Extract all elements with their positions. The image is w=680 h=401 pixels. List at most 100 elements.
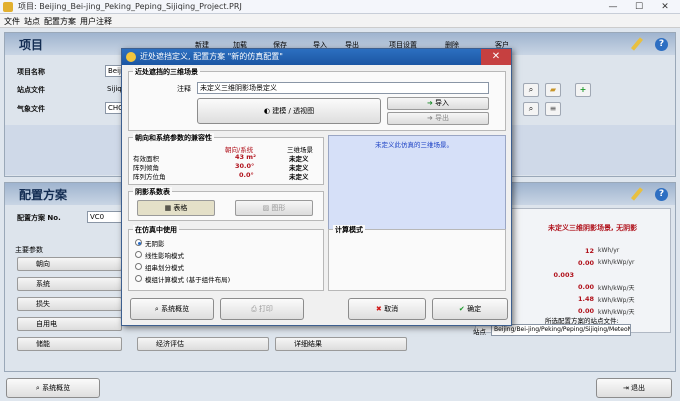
- param-system-button[interactable]: 系统: [17, 277, 122, 291]
- result-unit-5: kWh/kWp/天: [598, 297, 635, 304]
- printer-icon: ⎙: [251, 305, 259, 313]
- dialog-titlebar: 近处遮挡定义, 配置方案 "新的仿真配置" ✕: [122, 49, 511, 65]
- result-value-5: 1.48: [577, 295, 594, 303]
- param-selfconsumption-button[interactable]: 自用电: [17, 317, 122, 331]
- radio-module[interactable]: [135, 275, 142, 282]
- option-string: 组串划分模式: [145, 264, 184, 272]
- config-site-path[interactable]: Beijing/Bei-jing/Peking/Peping/Sijiqing/…: [491, 324, 631, 336]
- search-icon-2[interactable]: ⌕: [523, 102, 539, 116]
- print-label: 打印: [258, 305, 273, 313]
- result-unit-2: kWh/kWp/yr: [598, 259, 635, 266]
- config-section-title: 配置方案: [19, 188, 68, 202]
- dialog-overview-button[interactable]: ⌕ 系统概览: [130, 298, 214, 320]
- help-icon-2[interactable]: ?: [655, 188, 668, 201]
- exit-button[interactable]: ⇥ 退出: [596, 378, 672, 398]
- exit-icon: ⇥: [622, 384, 632, 392]
- sim-use-group-title: 在仿真中使用: [133, 225, 179, 235]
- cancel-label: 取消: [384, 305, 399, 313]
- search-icon[interactable]: ⌕: [523, 83, 539, 97]
- dialog-icon: [126, 52, 136, 62]
- cancel-x-icon: ✖: [375, 305, 385, 313]
- dialog-export-label: 导出: [435, 114, 450, 122]
- near-shading-dialog: 近处遮挡定义, 配置方案 "新的仿真配置" ✕ 近处遮挡的三维场景 注释 未定义…: [121, 48, 512, 326]
- dialog-import-label: 导入: [435, 99, 450, 107]
- calc-mode-group: 计算模式: [328, 225, 506, 291]
- config-site-label: 站点: [473, 328, 486, 336]
- export-arrow-icon: ➜: [426, 114, 436, 122]
- row-azimuth-scene: 未定义: [289, 173, 309, 181]
- shade-table-group: 阴影系数表 ▦ 表格 ▨ 图形: [128, 187, 324, 221]
- radio-linear[interactable]: [135, 251, 142, 258]
- dialog-export-button[interactable]: ➜ 导出: [387, 112, 489, 125]
- table-label: 表格: [173, 204, 188, 212]
- graph-button[interactable]: ▨ 图形: [235, 200, 313, 216]
- orientation-group-title: 朝向和系统参数的兼容性: [133, 133, 214, 143]
- meteo-file-label: 气象文件: [17, 105, 45, 113]
- menu-file[interactable]: 文件: [4, 16, 20, 27]
- sim-use-group: 在仿真中使用 无阴影 线性影响模式 组串划分模式 模组计算模式 (基于组件布局): [128, 225, 324, 291]
- cancel-button[interactable]: ✖ 取消: [348, 298, 426, 320]
- menu-config[interactable]: 配置方案: [44, 16, 76, 27]
- comment-field[interactable]: 未定义三维阴影场景定义: [197, 82, 489, 94]
- param-losses-button[interactable]: 损失: [17, 297, 122, 311]
- site-file-label: 站点文件: [17, 86, 45, 94]
- build-label: 建模 / 透视图: [272, 107, 315, 115]
- project-name-label: 项目名称: [17, 68, 45, 76]
- table-button[interactable]: ▦ 表格: [137, 200, 215, 216]
- radio-no-shading[interactable]: [135, 239, 142, 246]
- minimize-icon[interactable]: —: [600, 0, 626, 14]
- option-module: 模组计算模式 (基于组件布局): [145, 276, 231, 284]
- result-unit-4: kWh/kWp/天: [598, 285, 635, 292]
- result-value-6: 0.00: [577, 307, 594, 315]
- orientation-group: 朝向和系统参数的兼容性 朝向/系统 三维场景 有效面积 43 m² 未定义 阵列…: [128, 133, 324, 185]
- economic-eval-button[interactable]: 经济评估: [137, 337, 269, 351]
- menu-notes[interactable]: 用户注释: [80, 16, 112, 27]
- row-area-orient: 43 m²: [235, 153, 256, 161]
- dialog-close-icon[interactable]: ✕: [481, 49, 511, 65]
- overview-bottom-button[interactable]: ⌕ 系统概览: [6, 378, 100, 398]
- close-icon[interactable]: ✕: [652, 0, 678, 14]
- database-icon[interactable]: ≡: [545, 102, 561, 116]
- exit-label: 退出: [631, 384, 646, 392]
- result-value-4: 0.00: [577, 283, 594, 291]
- config-no-label: 配置方案 No.: [17, 214, 61, 222]
- ok-button[interactable]: ✔ 确定: [432, 298, 508, 320]
- add-icon[interactable]: +: [575, 83, 591, 97]
- result-value-2: 0.00: [577, 259, 594, 267]
- radio-string[interactable]: [135, 263, 142, 270]
- calc-mode-group-title: 计算模式: [333, 225, 365, 235]
- param-orientation-button[interactable]: 朝向: [17, 257, 122, 271]
- row-azimuth-orient: 0.0°: [239, 171, 254, 179]
- config-no-field[interactable]: VC0: [87, 211, 123, 223]
- detailed-results-button[interactable]: 详细结果: [275, 337, 407, 351]
- project-section-title: 项目: [19, 38, 44, 52]
- app-icon: [3, 2, 13, 12]
- overview-bottom-label: 系统概览: [42, 384, 71, 392]
- result-unit-1: kWh/yr: [598, 247, 620, 254]
- param-storage-button[interactable]: 储能: [17, 337, 122, 351]
- scene-group: 近处遮挡的三维场景 注释 未定义三维阴影场景定义 ◐ 建模 / 透视图 ➜ 导入…: [128, 67, 506, 131]
- scene-status-text: 未定义此仿真的三维场景。: [375, 141, 453, 149]
- window-titlebar: 项目: Beijing_Bei-jing_Peking_Peping_Sijiq…: [0, 0, 680, 14]
- row-azimuth-label: 阵列方位角: [133, 173, 166, 181]
- ok-label: 确定: [467, 305, 482, 313]
- row-tilt-orient: 30.0°: [235, 162, 255, 170]
- print-button[interactable]: ⎙ 打印: [220, 298, 304, 320]
- main-params-label: 主要参数: [15, 246, 43, 254]
- build-icon: ◐: [263, 107, 273, 115]
- option-no-shading: 无阴影: [145, 240, 165, 248]
- folder-icon[interactable]: ▰: [545, 83, 561, 97]
- help-icon[interactable]: ?: [655, 38, 668, 51]
- maximize-icon[interactable]: ☐: [626, 0, 652, 14]
- build-perspective-button[interactable]: ◐ 建模 / 透视图: [197, 98, 381, 124]
- site-file-value: Sijiq: [107, 85, 122, 93]
- dialog-import-button[interactable]: ➜ 导入: [387, 97, 489, 110]
- scene-group-title: 近处遮挡的三维场景: [133, 67, 200, 77]
- ok-check-icon: ✔: [458, 305, 468, 313]
- shade-table-group-title: 阴影系数表: [133, 187, 172, 197]
- menu-site[interactable]: 站点: [24, 16, 40, 27]
- window-title: 项目: Beijing_Bei-jing_Peking_Peping_Sijiq…: [18, 2, 242, 11]
- menu-bar: 文件 站点 配置方案 用户注释: [0, 14, 680, 28]
- dialog-title: 近处遮挡定义, 配置方案 "新的仿真配置": [140, 52, 283, 61]
- dialog-overview-label: 系统概览: [161, 305, 190, 313]
